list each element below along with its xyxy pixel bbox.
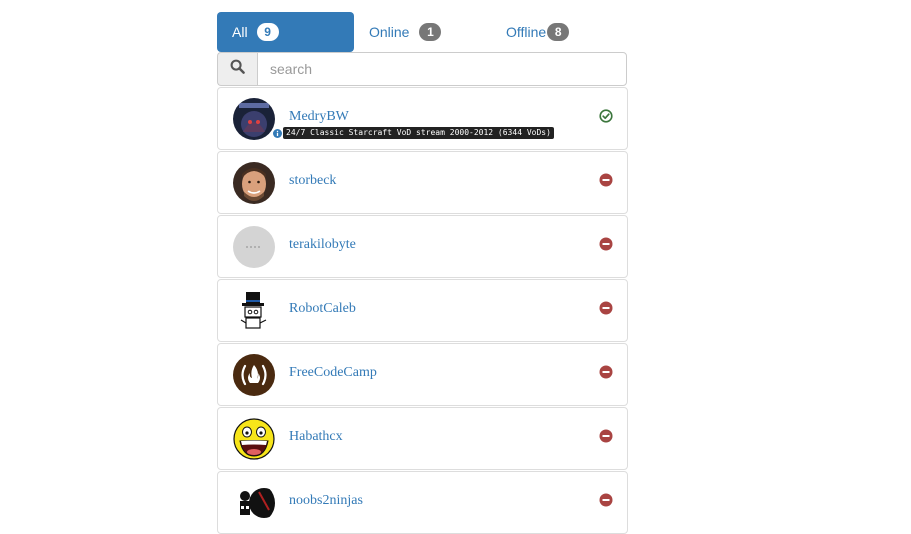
stream-info: 24/7 Classic Starcraft VoD stream 2000-2… (273, 127, 554, 139)
channel-name[interactable]: MedryBW (289, 109, 349, 125)
channel-item: MedryBW 24/7 Classic Starcraft VoD strea… (217, 87, 628, 150)
avatar[interactable] (233, 98, 275, 140)
channel-name[interactable]: RobotCaleb (289, 301, 356, 317)
channel-item: terakilobyte (217, 215, 628, 278)
status-tabs: All 9 Online 1 Offline 8 (217, 12, 628, 52)
tab-offline-label: Offline (506, 24, 547, 40)
avatar[interactable] (233, 354, 275, 396)
tab-all[interactable]: All 9 (217, 12, 354, 52)
channel-item: RobotCaleb (217, 279, 628, 342)
channel-list: MedryBW 24/7 Classic Starcraft VoD strea… (217, 86, 628, 534)
offline-minus-icon (599, 173, 613, 187)
tab-online-label: Online (369, 24, 410, 40)
avatar[interactable] (233, 482, 275, 524)
search-group (217, 52, 627, 86)
channel-item: noobs2ninjas (217, 471, 628, 534)
offline-minus-icon (599, 493, 613, 507)
info-icon (273, 128, 282, 138)
avatar[interactable] (233, 418, 275, 460)
offline-minus-icon (599, 237, 613, 251)
search-input[interactable] (257, 52, 627, 86)
offline-minus-icon (599, 429, 613, 443)
channel-item: storbeck (217, 151, 628, 214)
online-check-icon (599, 109, 613, 123)
channel-name[interactable]: terakilobyte (289, 237, 356, 253)
channel-item: FreeCodeCamp (217, 343, 628, 406)
tab-online[interactable]: Online 1 (354, 12, 491, 52)
avatar[interactable] (233, 162, 275, 204)
search-addon[interactable] (217, 52, 257, 86)
channel-name[interactable]: Habathcx (289, 429, 343, 445)
avatar[interactable] (233, 290, 275, 332)
channel-name[interactable]: noobs2ninjas (289, 493, 363, 509)
channel-name[interactable]: FreeCodeCamp (289, 365, 377, 381)
stream-description: 24/7 Classic Starcraft VoD stream 2000-2… (283, 127, 554, 139)
tab-offline[interactable]: Offline 8 (491, 12, 628, 52)
channel-name[interactable]: storbeck (289, 173, 336, 189)
channel-item: Habathcx (217, 407, 628, 470)
tab-offline-count-badge: 8 (547, 23, 570, 41)
tab-online-count-badge: 1 (419, 23, 442, 41)
offline-minus-icon (599, 365, 613, 379)
offline-minus-icon (599, 301, 613, 315)
tab-all-count-badge: 9 (256, 23, 279, 41)
avatar[interactable] (233, 226, 275, 268)
twitch-viewer-app: All 9 Online 1 Offline 8 search MedryBW … (217, 12, 628, 534)
tab-all-label: All (232, 24, 248, 40)
search-icon (230, 59, 245, 79)
